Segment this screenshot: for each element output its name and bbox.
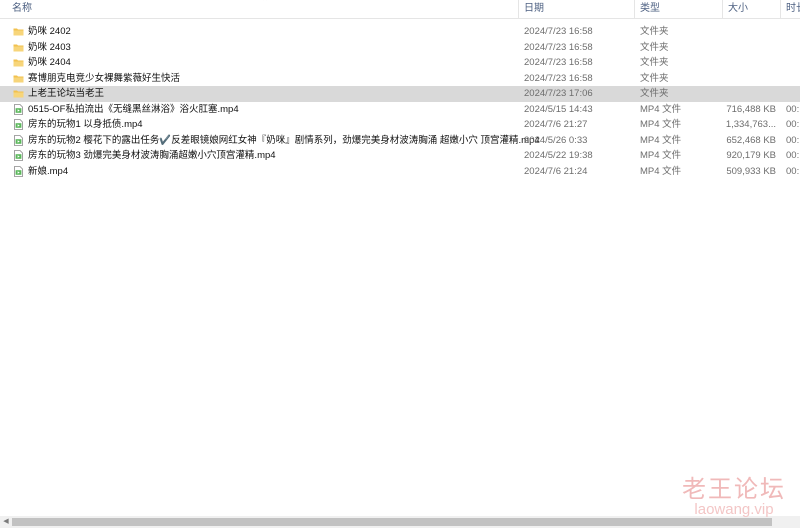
file-type: 文件夹 [640, 26, 669, 37]
file-name: 0515-OF私拍流出《无缝黑丝淋浴》浴火肛塞.mp4 [28, 103, 239, 115]
scrollbar-thumb[interactable] [12, 518, 772, 526]
file-duration: 00: [786, 119, 800, 130]
file-type: MP4 文件 [640, 134, 682, 146]
file-size: 1,334,763... [725, 119, 776, 130]
scroll-left-arrow-icon[interactable]: ◀ [0, 516, 12, 528]
folder-row[interactable]: 奶咪 2403 2024/7/23 16:58 文件夹 [0, 40, 800, 56]
file-date: 2024/7/23 16:58 [524, 41, 593, 53]
file-name: 房东的玩物2 樱花下的露出任务✔️反差眼镜娘网红女神『奶咪』剧情系列，劲爆完美身… [28, 134, 540, 146]
folder-row[interactable]: 赛博朋克电竞少女裸舞紫薇好生快活 2024/7/23 16:58 文件夹 [0, 71, 800, 87]
file-name: 新娘.mp4 [28, 165, 69, 177]
file-type: MP4 文件 [640, 103, 682, 115]
file-name: 房东的玩物1 以身抵债.mp4 [28, 119, 143, 130]
file-date: 2024/5/22 19:38 [524, 150, 593, 161]
video-file-icon [14, 119, 23, 130]
folder-icon [13, 59, 24, 67]
file-name: 上老王论坛当老王 [28, 88, 105, 99]
file-row[interactable]: 0515-OF私拍流出《无缝黑丝淋浴》浴火肛塞.mp4 2024/5/15 14:… [0, 102, 800, 118]
file-date: 2024/5/15 14:43 [524, 103, 593, 115]
file-type: MP4 文件 [640, 165, 682, 177]
file-date: 2024/7/23 16:58 [524, 72, 593, 84]
file-name: 奶咪 2403 [28, 41, 71, 53]
column-header-duration[interactable]: 时长 [782, 0, 800, 18]
file-type: 文件夹 [640, 57, 669, 68]
column-divider[interactable] [780, 0, 781, 18]
folder-row[interactable]: 奶咪 2404 2024/7/23 16:58 文件夹 [0, 55, 800, 71]
file-type: MP4 文件 [640, 150, 682, 161]
file-date: 2024/7/6 21:24 [524, 165, 588, 177]
column-header-name[interactable]: 名称 [8, 0, 518, 18]
file-duration: 00: [786, 134, 800, 146]
watermark-url: laowang.vip [694, 501, 774, 518]
file-size: 716,488 KB [726, 103, 776, 115]
file-row[interactable]: 房东的玩物3 劲爆完美身材波涛胸涌超嫩小穴顶宫灌精.mp4 2024/5/22 1… [0, 148, 800, 164]
folder-row[interactable]: 上老王论坛当老王 2024/7/23 17:06 文件夹 [0, 86, 800, 102]
video-file-icon [14, 150, 23, 161]
column-divider[interactable] [722, 0, 723, 18]
file-row[interactable]: 房东的玩物2 樱花下的露出任务✔️反差眼镜娘网红女神『奶咪』剧情系列，劲爆完美身… [0, 133, 800, 149]
column-divider[interactable] [634, 0, 635, 18]
folder-icon [13, 75, 24, 82]
file-date: 2024/5/26 0:33 [524, 134, 588, 146]
file-type: 文件夹 [640, 88, 669, 99]
column-header-bar: ⌃ 名称 日期 类型 大小 时长 [0, 0, 800, 19]
file-type: 文件夹 [640, 72, 669, 84]
video-file-icon [14, 165, 23, 177]
file-size: 920,179 KB [726, 150, 776, 161]
file-name: 奶咪 2402 [28, 26, 71, 37]
file-name: 房东的玩物3 劲爆完美身材波涛胸涌超嫩小穴顶宫灌精.mp4 [28, 150, 276, 161]
video-file-icon [14, 134, 23, 146]
file-size: 509,933 KB [726, 165, 776, 177]
column-header-type[interactable]: 类型 [636, 0, 722, 18]
video-file-icon [14, 103, 23, 115]
file-name: 奶咪 2404 [28, 57, 71, 68]
file-list: 奶咪 2402 2024/7/23 16:58 文件夹 奶咪 2403 2024/7/2… [0, 24, 800, 179]
file-type: MP4 文件 [640, 119, 682, 130]
file-date: 2024/7/6 21:27 [524, 119, 588, 130]
folder-row[interactable]: 奶咪 2402 2024/7/23 16:58 文件夹 [0, 24, 800, 40]
file-row[interactable]: 新娘.mp4 2024/7/6 21:24 MP4 文件 509,933 KB 00: [0, 164, 800, 180]
file-duration: 00: [786, 103, 800, 115]
file-date: 2024/7/23 17:06 [524, 88, 593, 99]
folder-icon [13, 28, 24, 36]
watermark-text: 老王论坛 [682, 475, 786, 503]
file-duration: 00: [786, 165, 800, 177]
folder-icon [13, 44, 24, 51]
folder-icon [13, 90, 24, 98]
file-size: 652,468 KB [726, 134, 776, 146]
horizontal-scrollbar[interactable]: ◀ [0, 516, 800, 528]
file-name: 赛博朋克电竞少女裸舞紫薇好生快活 [28, 72, 181, 84]
file-row[interactable]: 房东的玩物1 以身抵债.mp4 2024/7/6 21:27 MP4 文件 1,334… [0, 117, 800, 133]
file-date: 2024/7/23 16:58 [524, 26, 593, 37]
file-type: 文件夹 [640, 41, 669, 53]
file-duration: 00: [786, 150, 800, 161]
watermark: 老王论坛 laowang.vip [682, 476, 786, 518]
column-header-date[interactable]: 日期 [520, 0, 634, 18]
column-header-size[interactable]: 大小 [724, 0, 780, 18]
file-date: 2024/7/23 16:58 [524, 57, 593, 68]
column-divider[interactable] [518, 0, 519, 18]
